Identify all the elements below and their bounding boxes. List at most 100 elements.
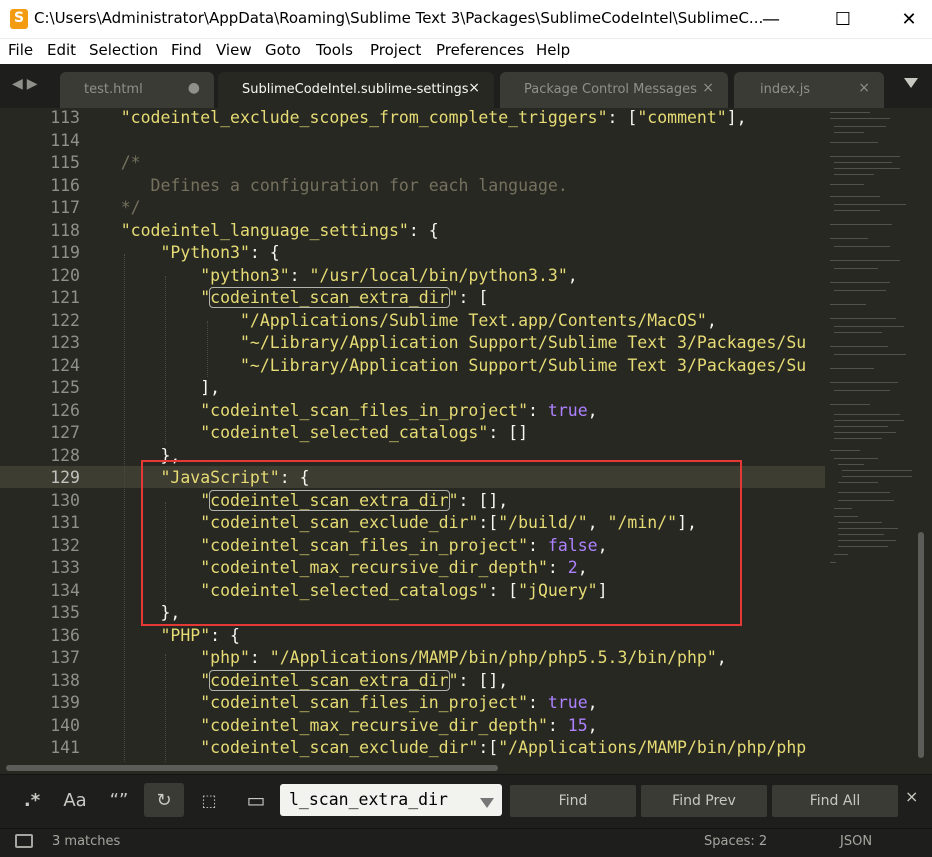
code-line-120: "python3": "/usr/local/bin/python3.3", (200, 265, 578, 285)
whole-word-toggle[interactable]: “” (98, 783, 140, 817)
find-input[interactable] (280, 784, 502, 816)
line-number: 131 (50, 513, 80, 532)
tab-test-html[interactable]: test.html ● (60, 72, 214, 108)
line-number: 122 (50, 310, 80, 330)
menu-view[interactable]: View (216, 41, 252, 59)
close-find-panel-icon[interactable]: × (905, 787, 918, 806)
find-panel: .* Aa “” ↻ ⬚ ▭ Find Find Prev Find All × (0, 774, 932, 829)
line-number: 137 (50, 648, 80, 667)
status-bar: 3 matches Spaces: 2 JSON (0, 828, 932, 857)
minimize-button[interactable]: — (748, 0, 794, 38)
line-number: 116 (50, 175, 80, 195)
tab-package-control-messages[interactable]: Package Control Messages × (500, 72, 728, 108)
regex-toggle[interactable]: .* (12, 783, 52, 817)
tab-bar: ◀▶ test.html ● SublimeCodeIntel.sublime-… (0, 64, 932, 108)
code-line-119: "Python3": { (160, 243, 280, 262)
tab-sublimecodeintel-settings[interactable]: SublimeCodeIntel.sublime-settings × (218, 72, 494, 108)
tab-index-js[interactable]: index.js × (734, 72, 884, 108)
line-number: 120 (50, 265, 80, 285)
find-all-button[interactable]: Find All (772, 785, 898, 817)
syntax-selector[interactable]: JSON (840, 834, 872, 849)
menu-edit[interactable]: Edit (47, 41, 76, 59)
line-number: 135 (50, 603, 80, 622)
indentation-setting[interactable]: Spaces: 2 (704, 834, 767, 849)
code-line-137: "php": "/Applications/MAMP/bin/php/php5.… (200, 648, 727, 667)
line-number: 124 (50, 355, 80, 375)
line-number: 136 (50, 625, 80, 645)
code-line-117: */ (120, 198, 141, 217)
tab-label: index.js (760, 82, 811, 97)
menu-bar: File Edit Selection Find View Goto Tools… (0, 39, 932, 64)
search-match: codeintel_scan_extra_dir (209, 287, 450, 308)
code-line-125: ], (81, 378, 221, 397)
code-line-116: Defines a configuration for each languag… (150, 175, 568, 195)
tab-navigation-arrows-icon[interactable]: ◀▶ (12, 76, 42, 92)
find-prev-button[interactable]: Find Prev (641, 785, 767, 817)
code-line-140: "codeintel_max_recursive_dir_depth": 15, (200, 715, 598, 735)
code-line-139: "codeintel_scan_files_in_project": true, (200, 693, 598, 712)
tab-label: SublimeCodeIntel.sublime-settings (242, 82, 469, 97)
line-number: 133 (50, 558, 80, 577)
line-number: 118 (50, 220, 80, 240)
search-match: codeintel_scan_extra_dir (209, 669, 450, 691)
code-line-141: "codeintel_scan_exclude_dir":["/Applicat… (200, 738, 807, 757)
code-line-127: "codeintel_selected_catalogs": [] (200, 423, 529, 442)
code-line-113: "codeintel_exclude_scopes_from_complete_… (120, 108, 747, 127)
line-number: 119 (50, 243, 80, 262)
line-number: 138 (50, 670, 80, 690)
line-number: 127 (50, 423, 80, 442)
close-tab-icon[interactable]: × (468, 80, 480, 96)
tab-label: test.html (84, 82, 143, 97)
close-window-button[interactable]: ✕ (886, 0, 932, 38)
line-number: 128 (50, 445, 80, 465)
panel-toggle-icon[interactable] (15, 834, 33, 848)
code-line-126: "codeintel_scan_files_in_project": true, (200, 400, 598, 420)
unsaved-dot-icon[interactable]: ● (188, 80, 200, 96)
sublime-text-icon (10, 9, 28, 29)
code-line-118: "codeintel_language_settings": { (120, 220, 439, 240)
menu-project[interactable]: Project (370, 41, 421, 59)
horizontal-scrollbar-thumb[interactable] (6, 765, 498, 771)
case-sensitive-toggle[interactable]: Aa (56, 783, 94, 817)
horizontal-scrollbar[interactable] (0, 762, 932, 774)
highlight-matches-toggle[interactable]: ▭ (236, 783, 276, 817)
line-number: 132 (50, 535, 80, 555)
code-line-136: "PHP": { (160, 625, 240, 645)
vertical-scrollbar[interactable] (914, 108, 932, 762)
code-editor[interactable]: 113 114 115 116 117 118 119 120 121 122 … (0, 108, 932, 762)
code-line-124: "~/Library/Application Support/Sublime T… (239, 355, 807, 375)
maximize-button[interactable]: ☐ (820, 0, 866, 38)
menu-goto[interactable]: Goto (265, 41, 301, 59)
code-line-121: "codeintel_scan_extra_dir": [ (200, 287, 489, 308)
title-bar: C:\Users\Administrator\AppData\Roaming\S… (0, 0, 932, 39)
minimap[interactable] (826, 108, 914, 762)
line-number: 114 (50, 130, 80, 150)
close-tab-icon[interactable]: × (858, 80, 870, 96)
tab-overflow-icon[interactable] (904, 78, 918, 88)
find-history-dropdown-icon[interactable] (480, 798, 494, 808)
line-number: 126 (50, 400, 80, 420)
line-number: 130 (50, 490, 80, 510)
close-tab-icon[interactable]: × (702, 80, 714, 96)
in-selection-toggle[interactable]: ⬚ (190, 783, 228, 817)
code-line-115: /* (120, 153, 141, 172)
code-line-123: "~/Library/Application Support/Sublime T… (239, 333, 807, 352)
menu-help[interactable]: Help (536, 41, 570, 59)
menu-find[interactable]: Find (171, 41, 202, 59)
find-button[interactable]: Find (510, 785, 636, 817)
line-number: 134 (50, 580, 80, 600)
menu-file[interactable]: File (8, 41, 33, 59)
wrap-toggle[interactable]: ↻ (144, 783, 184, 817)
vertical-scrollbar-thumb[interactable] (918, 532, 924, 758)
line-number: 113 (50, 108, 80, 127)
code-line-138: "codeintel_scan_extra_dir": [], (200, 669, 509, 691)
menu-tools[interactable]: Tools (316, 41, 353, 59)
line-number: 140 (50, 715, 80, 735)
line-number: 117 (50, 198, 80, 217)
menu-selection[interactable]: Selection (89, 41, 158, 59)
tab-label: Package Control Messages (524, 82, 697, 97)
line-number: 121 (50, 288, 80, 307)
line-number: 141 (50, 738, 80, 757)
window-title: C:\Users\Administrator\AppData\Roaming\S… (34, 9, 764, 27)
menu-preferences[interactable]: Preferences (436, 41, 524, 59)
